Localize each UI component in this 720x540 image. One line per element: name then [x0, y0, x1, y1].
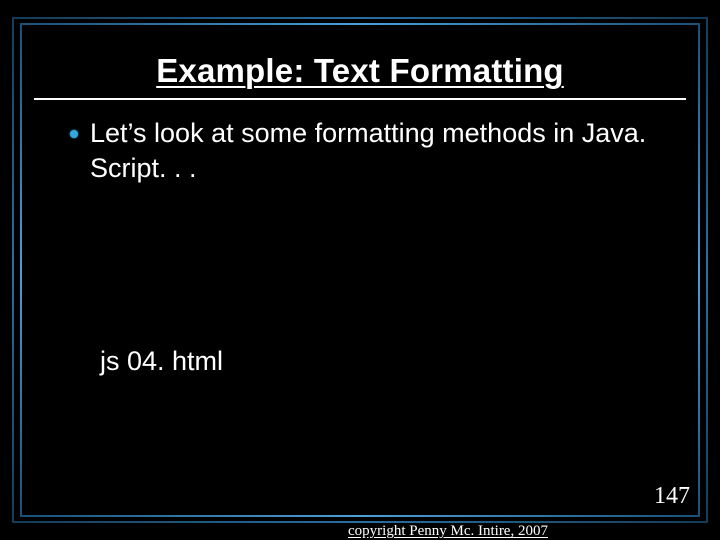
file-reference: js 04. html — [100, 346, 223, 377]
frame-line — [20, 23, 700, 25]
page-number: 147 — [654, 483, 690, 510]
frame-line — [706, 17, 708, 523]
frame-line — [12, 17, 708, 19]
frame-line — [20, 515, 700, 517]
bullet-text: Let’s look at some formatting methods in… — [90, 116, 670, 185]
copyright-text: copyright Penny Mc. Intire, 2007 — [348, 523, 548, 540]
slide: Example: Text Formatting Let’s look at s… — [0, 0, 720, 540]
title-area: Example: Text Formatting — [0, 52, 720, 90]
slide-title: Example: Text Formatting — [152, 52, 568, 90]
frame-line — [20, 23, 22, 517]
title-underline — [34, 98, 686, 100]
frame-line — [698, 23, 700, 517]
bullet-item: Let’s look at some formatting methods in… — [70, 116, 670, 185]
bullet-icon — [70, 130, 78, 138]
frame-line — [12, 17, 14, 523]
body-area: Let’s look at some formatting methods in… — [70, 116, 670, 185]
